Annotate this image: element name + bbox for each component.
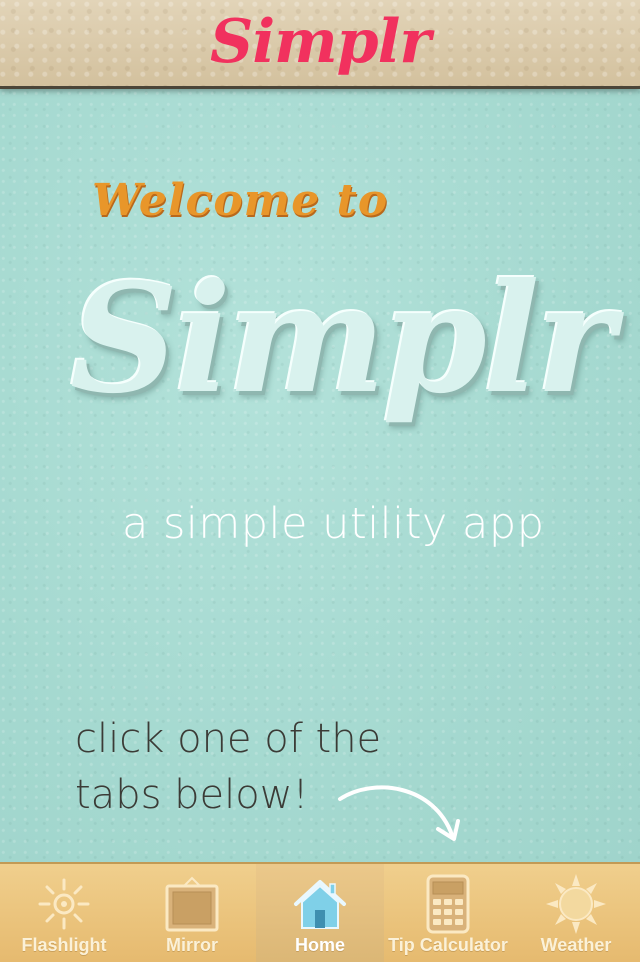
hint-line-1: click one of the <box>75 716 382 762</box>
tab-label: Tip Calculator <box>388 935 508 955</box>
tab-label: Weather <box>540 935 612 955</box>
app-title: Simplr <box>210 7 431 77</box>
tab-label: Mirror <box>165 935 218 955</box>
tab-tip-calculator[interactable]: Tip Calculator <box>384 864 512 962</box>
curved-arrow-icon <box>338 785 460 841</box>
home-content: Welcome to Simplr a simple utility app c… <box>0 89 640 862</box>
mirror-frame-icon <box>165 876 219 932</box>
hero-title: Simplr <box>70 251 615 427</box>
top-header: Simplr <box>0 0 640 89</box>
tab-weather[interactable]: Weather <box>512 864 640 962</box>
tab-label: Home <box>294 935 345 955</box>
tab-home[interactable]: Home <box>256 864 384 962</box>
tab-flashlight[interactable]: Flashlight <box>0 864 128 962</box>
tab-label: Flashlight <box>21 935 107 955</box>
tab-mirror[interactable]: Mirror <box>128 864 256 962</box>
calculator-icon <box>426 874 470 934</box>
sun-icon <box>546 874 606 934</box>
sun-burst-icon <box>38 878 90 930</box>
home-icon <box>294 880 346 929</box>
tagline: a simple utility app <box>122 499 545 549</box>
welcome-text: Welcome to <box>92 175 389 226</box>
tab-bar: Flashlight Mirror Home Tip Calculator We… <box>0 862 640 962</box>
